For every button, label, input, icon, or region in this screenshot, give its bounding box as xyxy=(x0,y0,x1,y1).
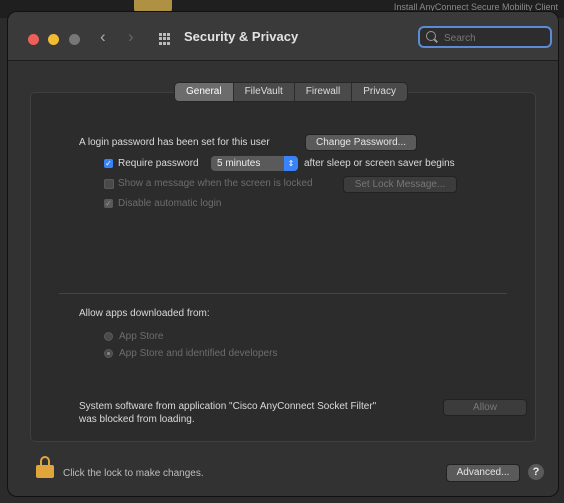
show-message-checkbox[interactable] xyxy=(104,179,114,189)
search-icon xyxy=(426,31,436,41)
title-bar: ‹ › Security & Privacy xyxy=(8,12,558,61)
app-store-identified-label: App Store and identified developers xyxy=(119,348,278,359)
search-field[interactable] xyxy=(418,26,552,48)
disable-autologin-label: Disable automatic login xyxy=(118,198,222,209)
chevron-updown-icon: ⇕ xyxy=(284,156,298,171)
forward-button[interactable]: › xyxy=(128,27,134,47)
show-message-label: Show a message when the screen is locked xyxy=(118,178,313,189)
disable-autologin-checkbox[interactable]: ✓ xyxy=(104,199,113,208)
require-password-value: 5 minutes xyxy=(217,158,261,169)
tab-firewall[interactable]: Firewall xyxy=(295,83,353,101)
background-window-title: Install AnyConnect Secure Mobility Clien… xyxy=(393,2,558,12)
allow-button[interactable]: Allow xyxy=(443,399,527,416)
window-title: Security & Privacy xyxy=(184,29,299,44)
tab-general[interactable]: General xyxy=(175,83,234,101)
section-divider xyxy=(59,293,507,294)
require-password-select[interactable]: 5 minutes ⇕ xyxy=(211,156,298,171)
grid-icon[interactable] xyxy=(159,33,171,45)
back-button[interactable]: ‹ xyxy=(100,27,106,47)
password-set-text: A login password has been set for this u… xyxy=(79,137,270,148)
lock-icon[interactable] xyxy=(36,456,54,478)
tab-privacy[interactable]: Privacy xyxy=(352,83,407,101)
security-privacy-window: ‹ › Security & Privacy A login password … xyxy=(8,12,558,496)
tab-bar: General FileVault Firewall Privacy xyxy=(174,82,408,102)
system-software-text-line1: System software from application "Cisco … xyxy=(79,401,377,412)
require-password-checkbox[interactable]: ✓ xyxy=(104,159,113,168)
set-lock-message-button[interactable]: Set Lock Message... xyxy=(343,176,457,193)
window-controls xyxy=(28,32,85,50)
lock-instruction-text: Click the lock to make changes. xyxy=(63,468,204,479)
require-password-label: Require password xyxy=(118,158,199,169)
change-password-button[interactable]: Change Password... xyxy=(305,134,417,151)
search-input[interactable] xyxy=(442,30,546,46)
after-sleep-text: after sleep or screen saver begins xyxy=(304,158,455,169)
allow-apps-label: Allow apps downloaded from: xyxy=(79,308,210,319)
zoom-button[interactable] xyxy=(68,34,80,45)
help-button[interactable]: ? xyxy=(528,464,544,480)
app-store-radio[interactable] xyxy=(104,332,113,341)
tab-filevault[interactable]: FileVault xyxy=(234,83,295,101)
advanced-button[interactable]: Advanced... xyxy=(446,464,520,482)
system-software-text-line2: was blocked from loading. xyxy=(79,414,195,425)
close-button[interactable] xyxy=(28,34,39,45)
general-panel: A login password has been set for this u… xyxy=(30,92,536,442)
app-store-label: App Store xyxy=(119,331,164,342)
minimize-button[interactable] xyxy=(48,34,60,45)
app-store-identified-radio[interactable] xyxy=(104,349,113,358)
lock-body xyxy=(36,465,54,478)
